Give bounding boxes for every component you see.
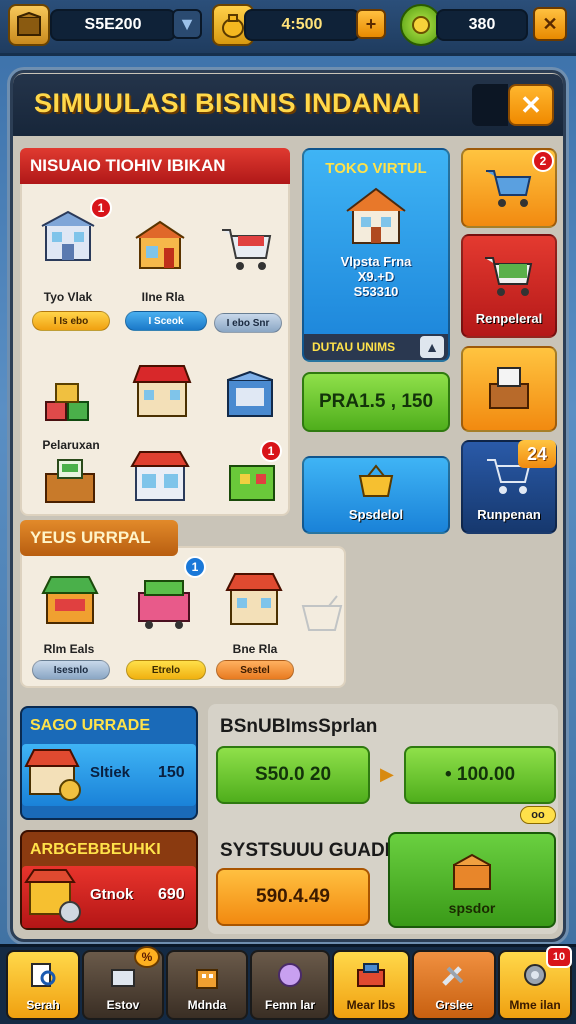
virtual-shop-name: Vlpsta Frna	[340, 254, 412, 269]
nav-settings-badge: 10	[546, 946, 572, 968]
fruit-stall-icon[interactable]	[38, 566, 102, 630]
purchase-button-3[interactable]: 590.4.49	[216, 868, 370, 926]
counter-tile[interactable]	[461, 346, 557, 432]
upgrade-label-1: Sltiek	[90, 764, 131, 781]
nav-shop[interactable]: Mear lbs	[332, 950, 410, 1020]
upgrade-header-2: ARBGEBBEUHKI	[30, 841, 161, 858]
storefront-icon[interactable]	[128, 444, 192, 508]
upgrade-label-2: Gtnok	[90, 886, 134, 903]
stall-upgrade-icon	[24, 744, 82, 809]
item-label: Bne Rla	[232, 642, 278, 656]
shop-panel-header-2: SYSTSUUU GUADE	[220, 840, 398, 861]
cash-counter: 4:500	[244, 9, 360, 41]
item-label: IIne Rla	[141, 290, 185, 304]
upgrade-header-1: SAGO URRADE	[30, 717, 151, 734]
nav-tools[interactable]: Grslee	[412, 950, 496, 1020]
grocery-cart-icon	[481, 250, 537, 307]
coins-counter: S5E200	[50, 9, 176, 41]
upgrade-value-1: 150	[158, 764, 185, 781]
building-icon	[192, 962, 222, 996]
search-icon	[28, 960, 58, 996]
special-order-label: spsdor	[448, 900, 496, 916]
up-arrow-icon[interactable]: ▲	[420, 336, 444, 358]
house-icon	[343, 183, 409, 252]
shop-building-icon[interactable]	[36, 204, 100, 268]
page-title: SIMUULASI BISINIS INDANAI	[34, 88, 421, 118]
item-badge: 1	[184, 556, 206, 578]
item-price-chip[interactable]: I ebo Snr	[214, 313, 282, 333]
virtual-shop-level: X9.+D	[357, 269, 395, 284]
item-badge: 1	[260, 440, 282, 462]
gems-counter: 380	[436, 9, 528, 41]
basket-label: Runpenan	[477, 507, 541, 522]
blue-crate-icon[interactable]	[218, 364, 282, 428]
kiosk-icon[interactable]	[128, 212, 192, 276]
upgrade-value-2: 690	[158, 886, 185, 903]
close-top-button[interactable]: ✕	[533, 7, 567, 41]
basket-badge: 24	[518, 440, 556, 468]
money-cart-icon[interactable]	[132, 570, 196, 634]
section-header-special: YEUS URRPAL	[20, 520, 178, 556]
basket-buy-label: Spsdelol	[348, 507, 404, 522]
gear-icon	[520, 960, 550, 996]
gold-crate-icon	[8, 4, 50, 46]
box-icon	[108, 962, 138, 996]
add-cash-button[interactable]: +	[356, 9, 386, 39]
cash-register-icon[interactable]	[38, 448, 102, 512]
nav-store-badge: %	[134, 946, 160, 968]
food-cart-icon	[24, 864, 82, 931]
grocery-cart-label: Renpeleral	[475, 311, 543, 326]
tools-icon	[438, 960, 470, 996]
virtual-shop-price: S53310	[353, 284, 399, 299]
item-price-chip[interactable]: I Sceok	[125, 311, 207, 331]
small-chip: oo	[520, 806, 556, 824]
coin-icon	[275, 960, 305, 996]
virtual-shop-title: TOKO VIRTUL	[325, 160, 427, 177]
nav-search[interactable]: Serah	[6, 950, 80, 1020]
shopping-cart-icon[interactable]	[214, 216, 278, 280]
empty-basket-icon[interactable]	[298, 590, 346, 638]
arrow-right-icon: ▶	[380, 764, 394, 784]
purchase-button-2[interactable]: • 100.00	[404, 746, 556, 804]
title-slot	[472, 84, 508, 126]
basket-buy-tile[interactable]: Spsdelol	[302, 456, 450, 534]
section-header-business: NISUAIO TIOHIV IBIKAN	[20, 148, 290, 184]
purchase-button-1[interactable]: S50.0 20	[216, 746, 370, 804]
delivery-box-icon	[448, 851, 496, 898]
cart-badge: 2	[532, 150, 554, 172]
special-order-tile[interactable]: spsdor	[388, 832, 556, 928]
register-counter-icon	[484, 362, 534, 417]
item-price-chip[interactable]: I Is ebo	[32, 311, 110, 331]
blue-cart-icon	[482, 163, 536, 216]
item-badge: 1	[90, 197, 112, 219]
item-price-chip[interactable]: Sestel	[216, 660, 294, 680]
grocery-cart-tile[interactable]: Renpeleral	[461, 234, 557, 338]
red-roof-shop-icon[interactable]	[222, 566, 286, 630]
close-panel-button[interactable]: ✕	[508, 84, 554, 126]
nav-building[interactable]: Mdnda	[166, 950, 248, 1020]
shop-panel-header: BSnUBImsSprlan	[220, 716, 378, 737]
item-price-chip[interactable]: Etrelo	[126, 660, 206, 680]
shopping-basket-icon	[356, 462, 396, 505]
resource-dropdown-button[interactable]: ▼	[172, 9, 202, 39]
shop-icon	[354, 960, 388, 996]
item-price-chip[interactable]: Isesnlo	[32, 660, 110, 680]
item-label: Rlm Eals	[43, 642, 95, 656]
buy-green-button[interactable]: PRA1.5 , 150	[302, 372, 450, 432]
crates-stack-icon[interactable]	[36, 372, 100, 436]
market-stall-icon[interactable]	[130, 358, 194, 422]
nav-coin[interactable]: Femn lar	[250, 950, 330, 1020]
item-label: Tyo Vlak	[43, 290, 93, 304]
virtual-shop-card[interactable]: TOKO VIRTUL Vlpsta Frna X9.+D S53310	[302, 148, 450, 362]
